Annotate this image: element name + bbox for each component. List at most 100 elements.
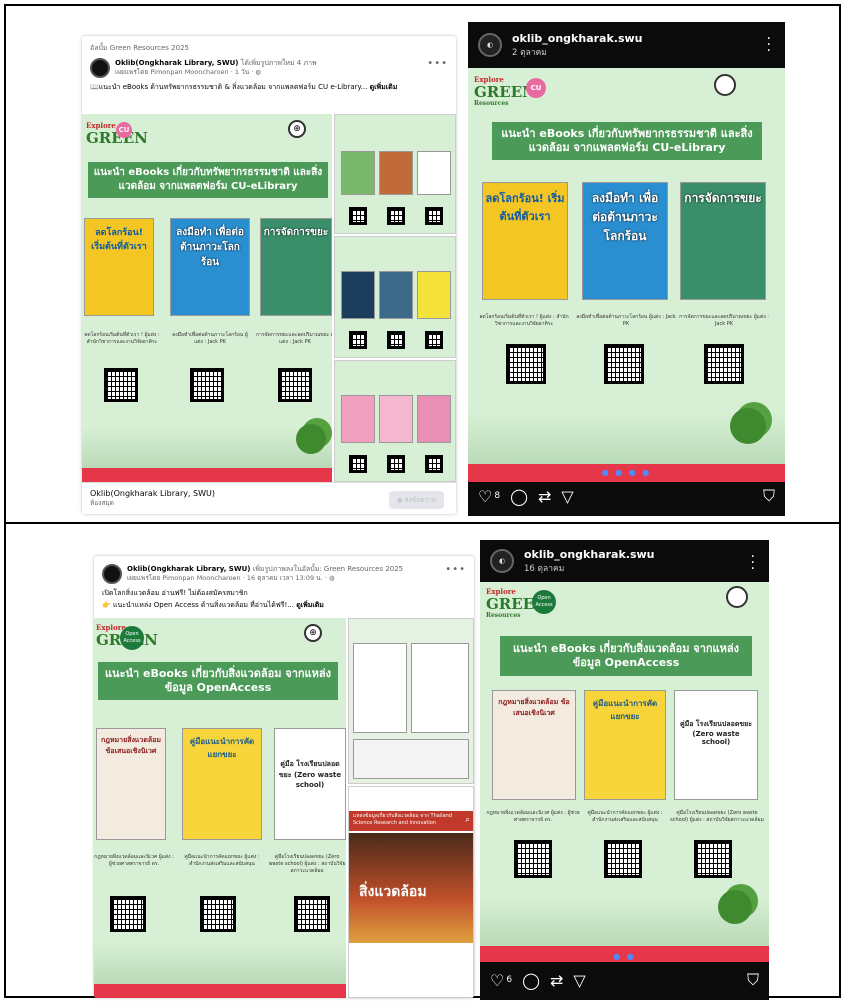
bookmark-icon[interactable]: ⛉ <box>747 970 759 990</box>
book-cover-1: กฎหมายสิ่งแวดล้อม ข้อเสนอเชิงนิเวศ <box>96 728 166 840</box>
video-title-bar: แหล่งข้อมูลเกี่ยวกับสิ่งแวดล้อม จาก Thai… <box>349 811 473 831</box>
author-name[interactable]: Oklib(Ongkharak Library, SWU) <box>115 59 238 67</box>
thumb-book <box>379 271 413 319</box>
comment-icon[interactable]: ◯ <box>510 487 528 506</box>
thumb-book <box>379 395 413 443</box>
qr-code <box>704 344 744 384</box>
book-cover-2: ลงมือทำ เพื่อต่อต้านภาวะโลกร้อน <box>170 218 250 316</box>
avatar[interactable]: ◐ <box>478 33 502 57</box>
qr-code <box>506 344 546 384</box>
facebook-post-2: Oklib(Ongkharak Library, SWU) เพิ่มรูปภา… <box>94 556 474 998</box>
section-divider <box>6 522 839 524</box>
book-cover-1: ลดโลกร้อน! เริ่มต้นที่ตัวเรา <box>84 218 154 316</box>
post-text: 📖แนะนำ eBooks ด้านทรัพยากรธรรมชาติ & สิ่… <box>82 80 456 94</box>
book-cover-1: ลดโลกร้อน! เริ่มต้นที่ตัวเรา <box>482 182 568 300</box>
see-more-link[interactable]: ดูเพิ่มเติม <box>296 601 324 609</box>
instagram-post-1: ◐ oklib_ongkharak.swu 2 ตุลาคม · · · Explo… <box>468 22 785 516</box>
video-headline: สิ่งแวดล้อม <box>359 884 427 900</box>
ig-username[interactable]: oklib_ongkharak.swu <box>512 32 643 45</box>
avatar[interactable]: ◐ <box>490 549 514 573</box>
more-options-icon[interactable]: · · · <box>767 32 771 58</box>
repost-icon[interactable]: ⇄ <box>538 487 551 506</box>
post-time[interactable]: 1 วัน <box>235 68 249 76</box>
comment-icon[interactable]: ◯ <box>522 971 540 990</box>
book-caption-1: กฎหมายสิ่งแวดล้อมและนิเวศ ผู้แต่ง : ผู้ช… <box>486 810 580 823</box>
avatar[interactable] <box>90 58 110 78</box>
post-sub: เผยแพร่โดย Pimonpan Mooncharoen · 16 ตุล… <box>127 574 335 582</box>
ig-username[interactable]: oklib_ongkharak.swu <box>524 548 655 561</box>
qr-code <box>387 331 405 349</box>
post-text-1: เปิดโลกสิ่งแวดล้อม อ่านฟรี! ไม่ต้องสมัคร… <box>102 589 248 597</box>
book-caption-2: ลงมือทำเพื่อต่อต้านภาวะโลกร้อน ผู้แต่ง :… <box>172 332 248 345</box>
ig-post-image[interactable]: Explore GREEN Resources Open Access ⊕ แนะน… <box>480 582 769 962</box>
poster-footer-bar <box>82 468 332 482</box>
post-image-thumb-3[interactable] <box>334 360 456 482</box>
repost-icon[interactable]: ⇄ <box>550 971 563 990</box>
library-emblem-icon: ⊕ <box>304 624 322 642</box>
ig-post-image[interactable]: Explore GREEN Resources CU ⊕ แนะนำ eBooks … <box>468 68 785 482</box>
share-icon[interactable]: ▽ <box>573 971 585 990</box>
message-button[interactable]: ◉ ส่งข้อความ <box>388 491 444 509</box>
book-caption-1: ลดโลกร้อนเริ่มต้นที่ตัวเรา ! ผู้แต่ง : ส… <box>84 332 160 345</box>
tree-illustration <box>718 890 752 924</box>
thumb-book <box>341 271 375 319</box>
cu-logo: CU <box>116 122 132 138</box>
more-options-icon[interactable]: ••• <box>445 564 466 575</box>
bookmark-icon[interactable]: ⛉ <box>763 486 775 506</box>
post-meta: Oklib(Ongkharak Library, SWU) ได้เพิ่มรู… <box>115 58 317 77</box>
heart-icon[interactable]: ♡ <box>478 487 492 506</box>
open-access-logo: Open Access <box>120 626 144 650</box>
post-image-thumb-2[interactable] <box>334 236 456 358</box>
city-skyline <box>94 944 346 984</box>
open-access-logo: Open Access <box>532 590 556 614</box>
book-caption-2: คู่มือแนะนำการคัดแยกขยะ ผู้แต่ง : สำนักง… <box>587 810 663 823</box>
video-thumbnail[interactable]: สิ่งแวดล้อม <box>349 833 473 943</box>
thumb-page <box>353 643 407 733</box>
ig-header: ◐ oklib_ongkharak.swu 16 ตุลาคม · · · <box>480 540 769 582</box>
book-caption-3: การจัดการขยะและลดปริมาณขยะ ผู้แต่ง : Jac… <box>679 314 769 327</box>
author-name[interactable]: Oklib(Ongkharak Library, SWU) <box>127 565 250 573</box>
book-cover-3: คู่มือ โรงเรียนปลอดขยะ (Zero waste schoo… <box>674 690 758 800</box>
qr-code <box>200 896 236 932</box>
post-time[interactable]: 16 ตุลาคม เวลา 13:09 น. <box>247 574 323 582</box>
poster-banner: แนะนำ eBooks เกี่ยวกับสิ่งแวดล้อม จากแหล… <box>98 662 338 700</box>
more-options-icon[interactable]: ••• <box>427 58 448 69</box>
search-icon[interactable]: ⌕ <box>465 815 470 825</box>
post-image-thumb-1[interactable] <box>348 618 474 784</box>
qr-code <box>425 331 443 349</box>
messenger-icon: ◉ <box>396 496 405 504</box>
thumb-book <box>417 151 451 195</box>
see-more-link[interactable]: ดูเพิ่มเติม <box>370 83 398 91</box>
book-emoji-icon: 📖 <box>90 83 99 91</box>
share-icon[interactable]: ▽ <box>561 487 573 506</box>
post-image-thumb-1[interactable] <box>334 114 456 234</box>
thumb-book <box>417 395 451 443</box>
author-line: Oklib(Ongkharak Library, SWU) ได้เพิ่มรู… <box>115 58 317 68</box>
qr-code <box>110 896 146 932</box>
pointer-emoji-icon: 👉 <box>102 601 113 609</box>
qr-code <box>514 840 552 878</box>
facebook-post-1: อัลบั้ม Green Resources 2025 Oklib(Ongkh… <box>82 36 456 514</box>
library-emblem-icon: ⊕ <box>726 586 748 608</box>
globe-icon: ◍ <box>328 574 335 582</box>
heart-icon[interactable]: ♡ <box>490 971 504 990</box>
qr-code <box>604 344 644 384</box>
post-image-main[interactable]: ExploreGREEN Open Access ⊕ แนะนำ eBooks … <box>94 618 346 998</box>
thumb-screens <box>353 739 469 779</box>
more-options-icon[interactable]: · · · <box>751 550 755 576</box>
qr-code <box>387 207 405 225</box>
ig-action-bar: ♡ 6 ◯ ⇄ ▽ ⛉ <box>490 970 759 990</box>
book-caption-2: คู่มือแนะนำการคัดแยกขยะ ผู้แต่ง : สำนักง… <box>184 854 260 867</box>
library-emblem-icon: ⊕ <box>714 74 736 96</box>
ig-date: 16 ตุลาคม <box>524 563 565 574</box>
cu-logo: CU <box>526 78 546 98</box>
album-label[interactable]: อัลบั้ม Green Resources 2025 <box>82 36 456 56</box>
post-header: Oklib(Ongkharak Library, SWU) ได้เพิ่มรู… <box>82 56 456 80</box>
author-action: เพิ่มรูปภาพลงในอัลบั้ม: Green Resources … <box>252 565 404 573</box>
post-image-main[interactable]: Explore GREEN CU ⊕ แนะนำ eBooks เกี่ยวกับ… <box>82 114 332 482</box>
thumb-book <box>417 271 451 319</box>
post-image-thumb-2[interactable]: แหล่งข้อมูลเกี่ยวกับสิ่งแวดล้อม จาก Thai… <box>348 786 474 998</box>
ig-meta: oklib_ongkharak.swu 2 ตุลาคม <box>512 32 643 59</box>
avatar[interactable] <box>102 564 122 584</box>
carousel-dots: ● ● ● ● <box>601 468 652 477</box>
